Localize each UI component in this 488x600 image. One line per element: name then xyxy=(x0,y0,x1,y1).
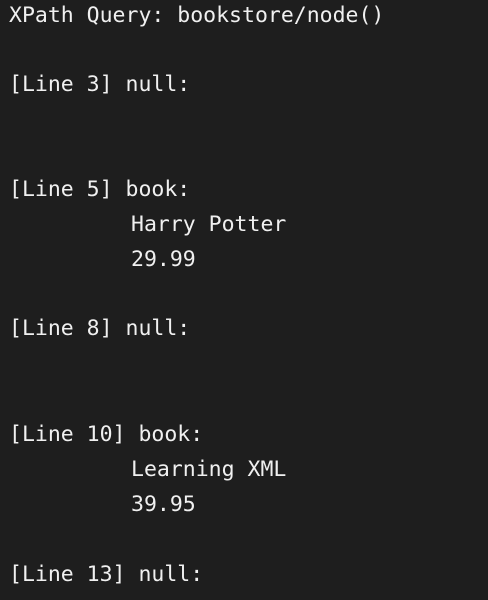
result-value: 29.99 xyxy=(131,247,196,272)
result-header: [Line 3] null: xyxy=(9,72,191,97)
result-value: 39.95 xyxy=(131,492,196,517)
result-header: [Line 8] null: xyxy=(9,316,191,341)
query-line: XPath Query: bookstore/node() xyxy=(9,3,385,28)
result-header: [Line 10] book: xyxy=(9,422,204,447)
result-header: [Line 13] null: xyxy=(9,562,204,587)
result-value: Learning XML xyxy=(131,457,287,482)
terminal-output: XPath Query: bookstore/node() [Line 3] n… xyxy=(0,0,488,600)
result-value: Harry Potter xyxy=(131,212,287,237)
result-header: [Line 5] book: xyxy=(9,177,191,202)
